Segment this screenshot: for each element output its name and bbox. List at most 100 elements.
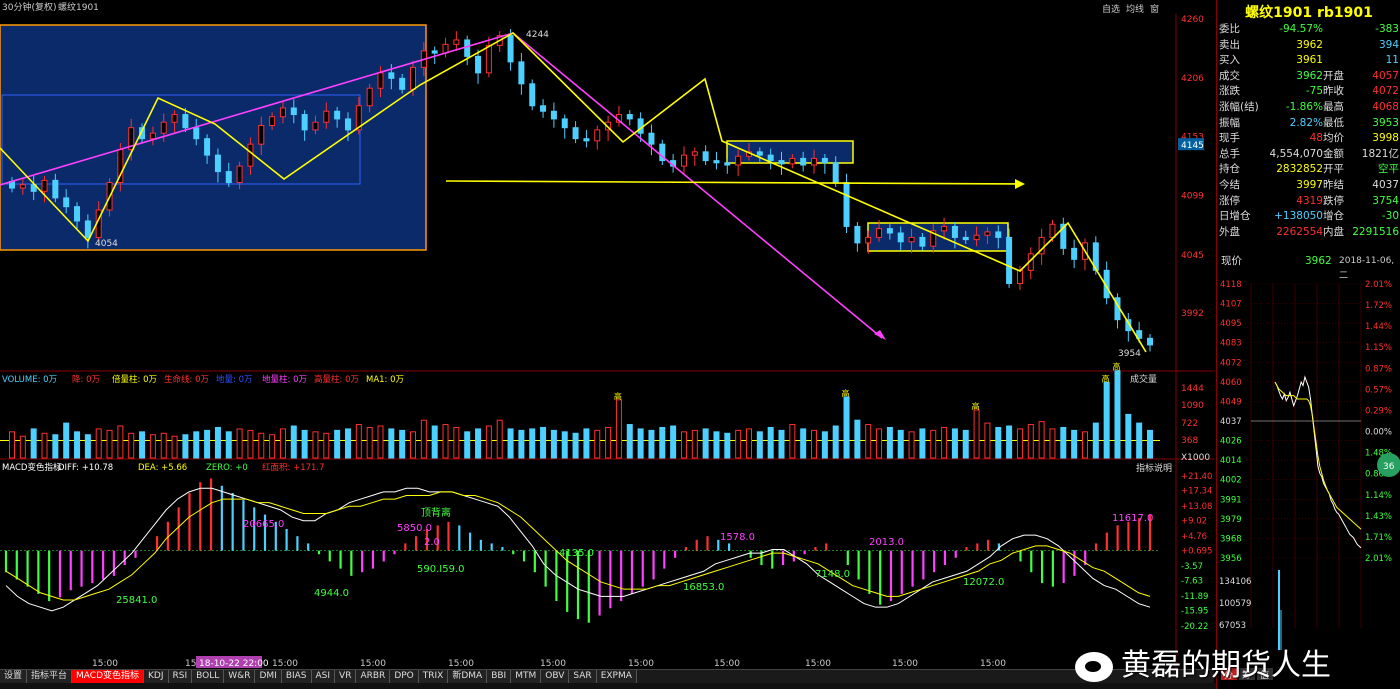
quote-value: 4319 [1296, 194, 1323, 207]
volume-bar [1060, 426, 1067, 459]
indicator-tab[interactable]: EXPMA [596, 670, 637, 683]
candle-body [388, 72, 395, 79]
indicator-tab[interactable]: MTM [511, 670, 542, 683]
indicator-tab[interactable]: SAR [569, 670, 597, 683]
quote-label: 现手 [1219, 132, 1240, 145]
candle-body [334, 110, 341, 120]
indicator-tab[interactable]: DMI [255, 670, 282, 683]
indicator-tab[interactable]: BIAS [281, 670, 312, 683]
mini-price-tick: 4049 [1220, 397, 1242, 407]
price-tick-label: 4045 [1181, 251, 1204, 261]
mini-price-tick: 4118 [1220, 280, 1242, 290]
indicator-tab[interactable]: ASI [311, 670, 336, 683]
volume-bar [908, 431, 915, 459]
candle-body [594, 129, 601, 142]
volume-bar [214, 426, 221, 459]
intraday-chart[interactable]: 4118 4107 4095 4083 4072 4060 4049 4037 4026 4014… [1217, 270, 1400, 689]
volume-button: 成交量 [1130, 373, 1157, 385]
time-tick-label: 15:00 [892, 659, 918, 669]
quote-label: 涨停 [1219, 194, 1240, 207]
candle-body [637, 118, 644, 134]
candle-body [713, 160, 720, 164]
volume-bar [691, 429, 698, 459]
volume-bar [453, 426, 460, 459]
candle-body [507, 35, 514, 63]
mini-price-tick: 4037 [1220, 417, 1242, 427]
candle-body [583, 138, 590, 142]
candle-body [832, 162, 839, 184]
quote-row: 振幅 2.82% 最低 3953 [1217, 116, 1400, 131]
indicator-tab[interactable]: BOLL [192, 670, 225, 683]
time-tick-label: 15:00 [540, 659, 566, 669]
volume-bar [475, 428, 482, 459]
macd-tick-label: +0.695 [1181, 547, 1212, 557]
volume-bar [269, 434, 276, 459]
candle-body [973, 234, 980, 241]
quote-label: 成交 [1219, 69, 1240, 82]
volume-bar [865, 424, 872, 459]
time-tick-label: 15:00 [628, 659, 654, 669]
volume-bar [323, 432, 330, 459]
volume-bar [247, 429, 254, 459]
indicator-tab[interactable]: ARBR [356, 670, 391, 683]
quote-row: 涨幅(结) -1.86% 最高 4068 [1217, 100, 1400, 115]
volume-bar [735, 429, 742, 459]
mini-price-tick: 4083 [1220, 339, 1242, 349]
volume-legend-item: 地量: 0万 [216, 374, 252, 385]
indicator-tab[interactable]: TRIX [418, 670, 449, 683]
quote-row: 卖出 3962 394 [1217, 38, 1400, 53]
volume-bar [724, 432, 731, 459]
macd-tick-label: -11.89 [1181, 592, 1208, 602]
quote-row: 委比 -94.57% -383 [1217, 22, 1400, 37]
indicator-tab[interactable]: 新DMA [448, 670, 488, 683]
kline-chart[interactable]: 30分钟(复权) 螺纹1901 自选 均线 窗426042064153414540994… [0, 0, 1214, 669]
indicator-tab[interactable]: 设置 [0, 670, 28, 683]
indicator-tab[interactable]: VR [335, 670, 357, 683]
candle-body [84, 220, 91, 238]
volume-bar [236, 428, 243, 459]
macd-tick-label: +17.34 [1181, 487, 1212, 497]
candle-body [74, 206, 81, 222]
mini-pct-tick: 1.43% [1365, 512, 1392, 522]
volume-bar [128, 432, 135, 459]
indicator-tab[interactable]: MACD变色指标 [72, 670, 145, 683]
volume-bar [312, 431, 319, 459]
quote-label: 跌停 [1323, 194, 1344, 207]
candle-body [518, 61, 525, 85]
quote-value: 3961 [1296, 54, 1323, 67]
indicator-tab[interactable]: BBI [487, 670, 512, 683]
volume-bar [540, 426, 547, 459]
indicator-tab[interactable]: DPO [390, 670, 419, 683]
indicator-tab[interactable]: RSI [168, 670, 193, 683]
volume-bar [279, 428, 286, 459]
mini-pct-tick: 0.00% [1365, 428, 1392, 438]
quote-title: 螺纹1901 rb1901 [1245, 5, 1373, 21]
mini-pct-tick: 1.72% [1365, 301, 1392, 311]
candle-body [691, 151, 698, 156]
volume-bar [464, 431, 471, 459]
macd-annotation: 7148.0 [815, 569, 850, 580]
volume-bar [420, 419, 427, 459]
candle-body [648, 132, 655, 145]
indicator-tab[interactable]: W&R [224, 670, 256, 683]
macd-annotation: 顶背离 [421, 506, 451, 519]
candle-body [778, 160, 785, 165]
candle-body [626, 114, 633, 120]
candle-body [247, 143, 254, 167]
volume-bar [41, 432, 48, 459]
time-tick-label: 15:00 [92, 659, 118, 669]
candle-body [735, 155, 742, 166]
low-annotation: 3954 [1118, 349, 1141, 359]
quote-label: 内盘 [1323, 225, 1344, 238]
quote-label: 最高 [1323, 101, 1344, 113]
volume-bar [995, 426, 1002, 459]
indicator-tab[interactable]: KDJ [144, 670, 169, 683]
candle-body [865, 236, 872, 244]
indicator-help-button: 指标说明 [1136, 462, 1172, 474]
period-label: 30分钟(复权) [2, 1, 56, 13]
volume-bar [149, 434, 156, 459]
indicator-tab[interactable]: 指标平台 [27, 670, 73, 683]
indicator-tab[interactable]: OBV [541, 670, 570, 683]
volume-tick-label: 1444 [1181, 384, 1204, 394]
macd-annotation: 11617.0 [1112, 513, 1153, 524]
